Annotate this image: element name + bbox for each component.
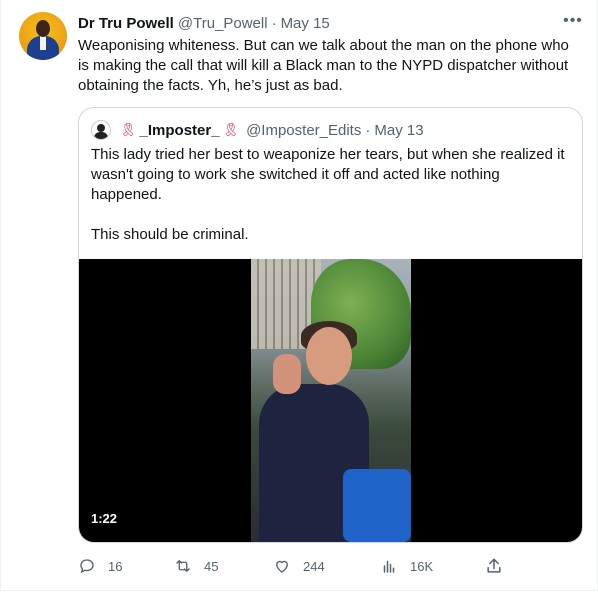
thumbnail-person-head [306,327,352,385]
retweet-icon [176,560,190,572]
quote-text-paragraph-1: This lady tried her best to weaponize he… [91,146,565,203]
views-count: 16K [410,558,434,574]
video-thumbnail [251,259,411,542]
retweet-count: 45 [204,558,219,574]
ribbon-icon-right: 🎗 [222,122,240,137]
avatar-shirt [40,36,46,50]
reply-icon [80,559,94,574]
thumbnail-hand [273,354,301,394]
reply-button[interactable]: 16 [78,553,122,579]
quote-header: 🎗 _Imposter_ 🎗 @Imposter_Edits · May 13 [91,120,424,140]
views-button[interactable]: 16K [380,553,433,579]
like-button[interactable]: 244 [273,553,325,579]
quote-author-name[interactable]: _Imposter_ [140,122,220,139]
author-name[interactable]: Dr Tru Powell [78,15,174,32]
thumbnail-bike [343,469,411,542]
tweet-text: Weaponising whiteness. But can we talk a… [78,37,569,94]
like-count: 244 [303,558,325,574]
video-player[interactable]: 1:22 [79,259,582,542]
views-bar-chart-icon [383,560,395,573]
more-horizontal-icon[interactable]: ••• [560,10,586,32]
author-handle[interactable]: @Tru_Powell [178,15,268,32]
share-icon[interactable] [484,556,504,576]
author-avatar[interactable] [19,12,67,60]
header-separator: · [271,14,277,32]
quote-author-avatar[interactable] [91,120,111,140]
quoted-tweet[interactable]: 🎗 _Imposter_ 🎗 @Imposter_Edits · May 13 … [78,107,583,543]
ribbon-icon-left: 🎗 [120,122,137,137]
reply-count: 16 [108,558,123,574]
tweet-header: Dr Tru Powell @Tru_Powell · May 15 [78,13,330,33]
avatar-head [36,20,50,37]
video-duration: 1:22 [91,511,118,526]
quote-text: This lady tried her best to weaponize he… [91,145,571,245]
heart-icon [276,560,288,573]
tweet-date[interactable]: May 15 [281,15,330,32]
quote-date[interactable]: May 13 [374,122,423,139]
quote-separator: · [365,121,371,139]
quote-author-handle[interactable]: @Imposter_Edits [246,122,361,139]
tweet-actions: 16 45 244 16K [78,553,498,579]
quote-text-paragraph-2: This should be criminal. [91,226,249,243]
retweet-button[interactable]: 45 [174,553,218,579]
